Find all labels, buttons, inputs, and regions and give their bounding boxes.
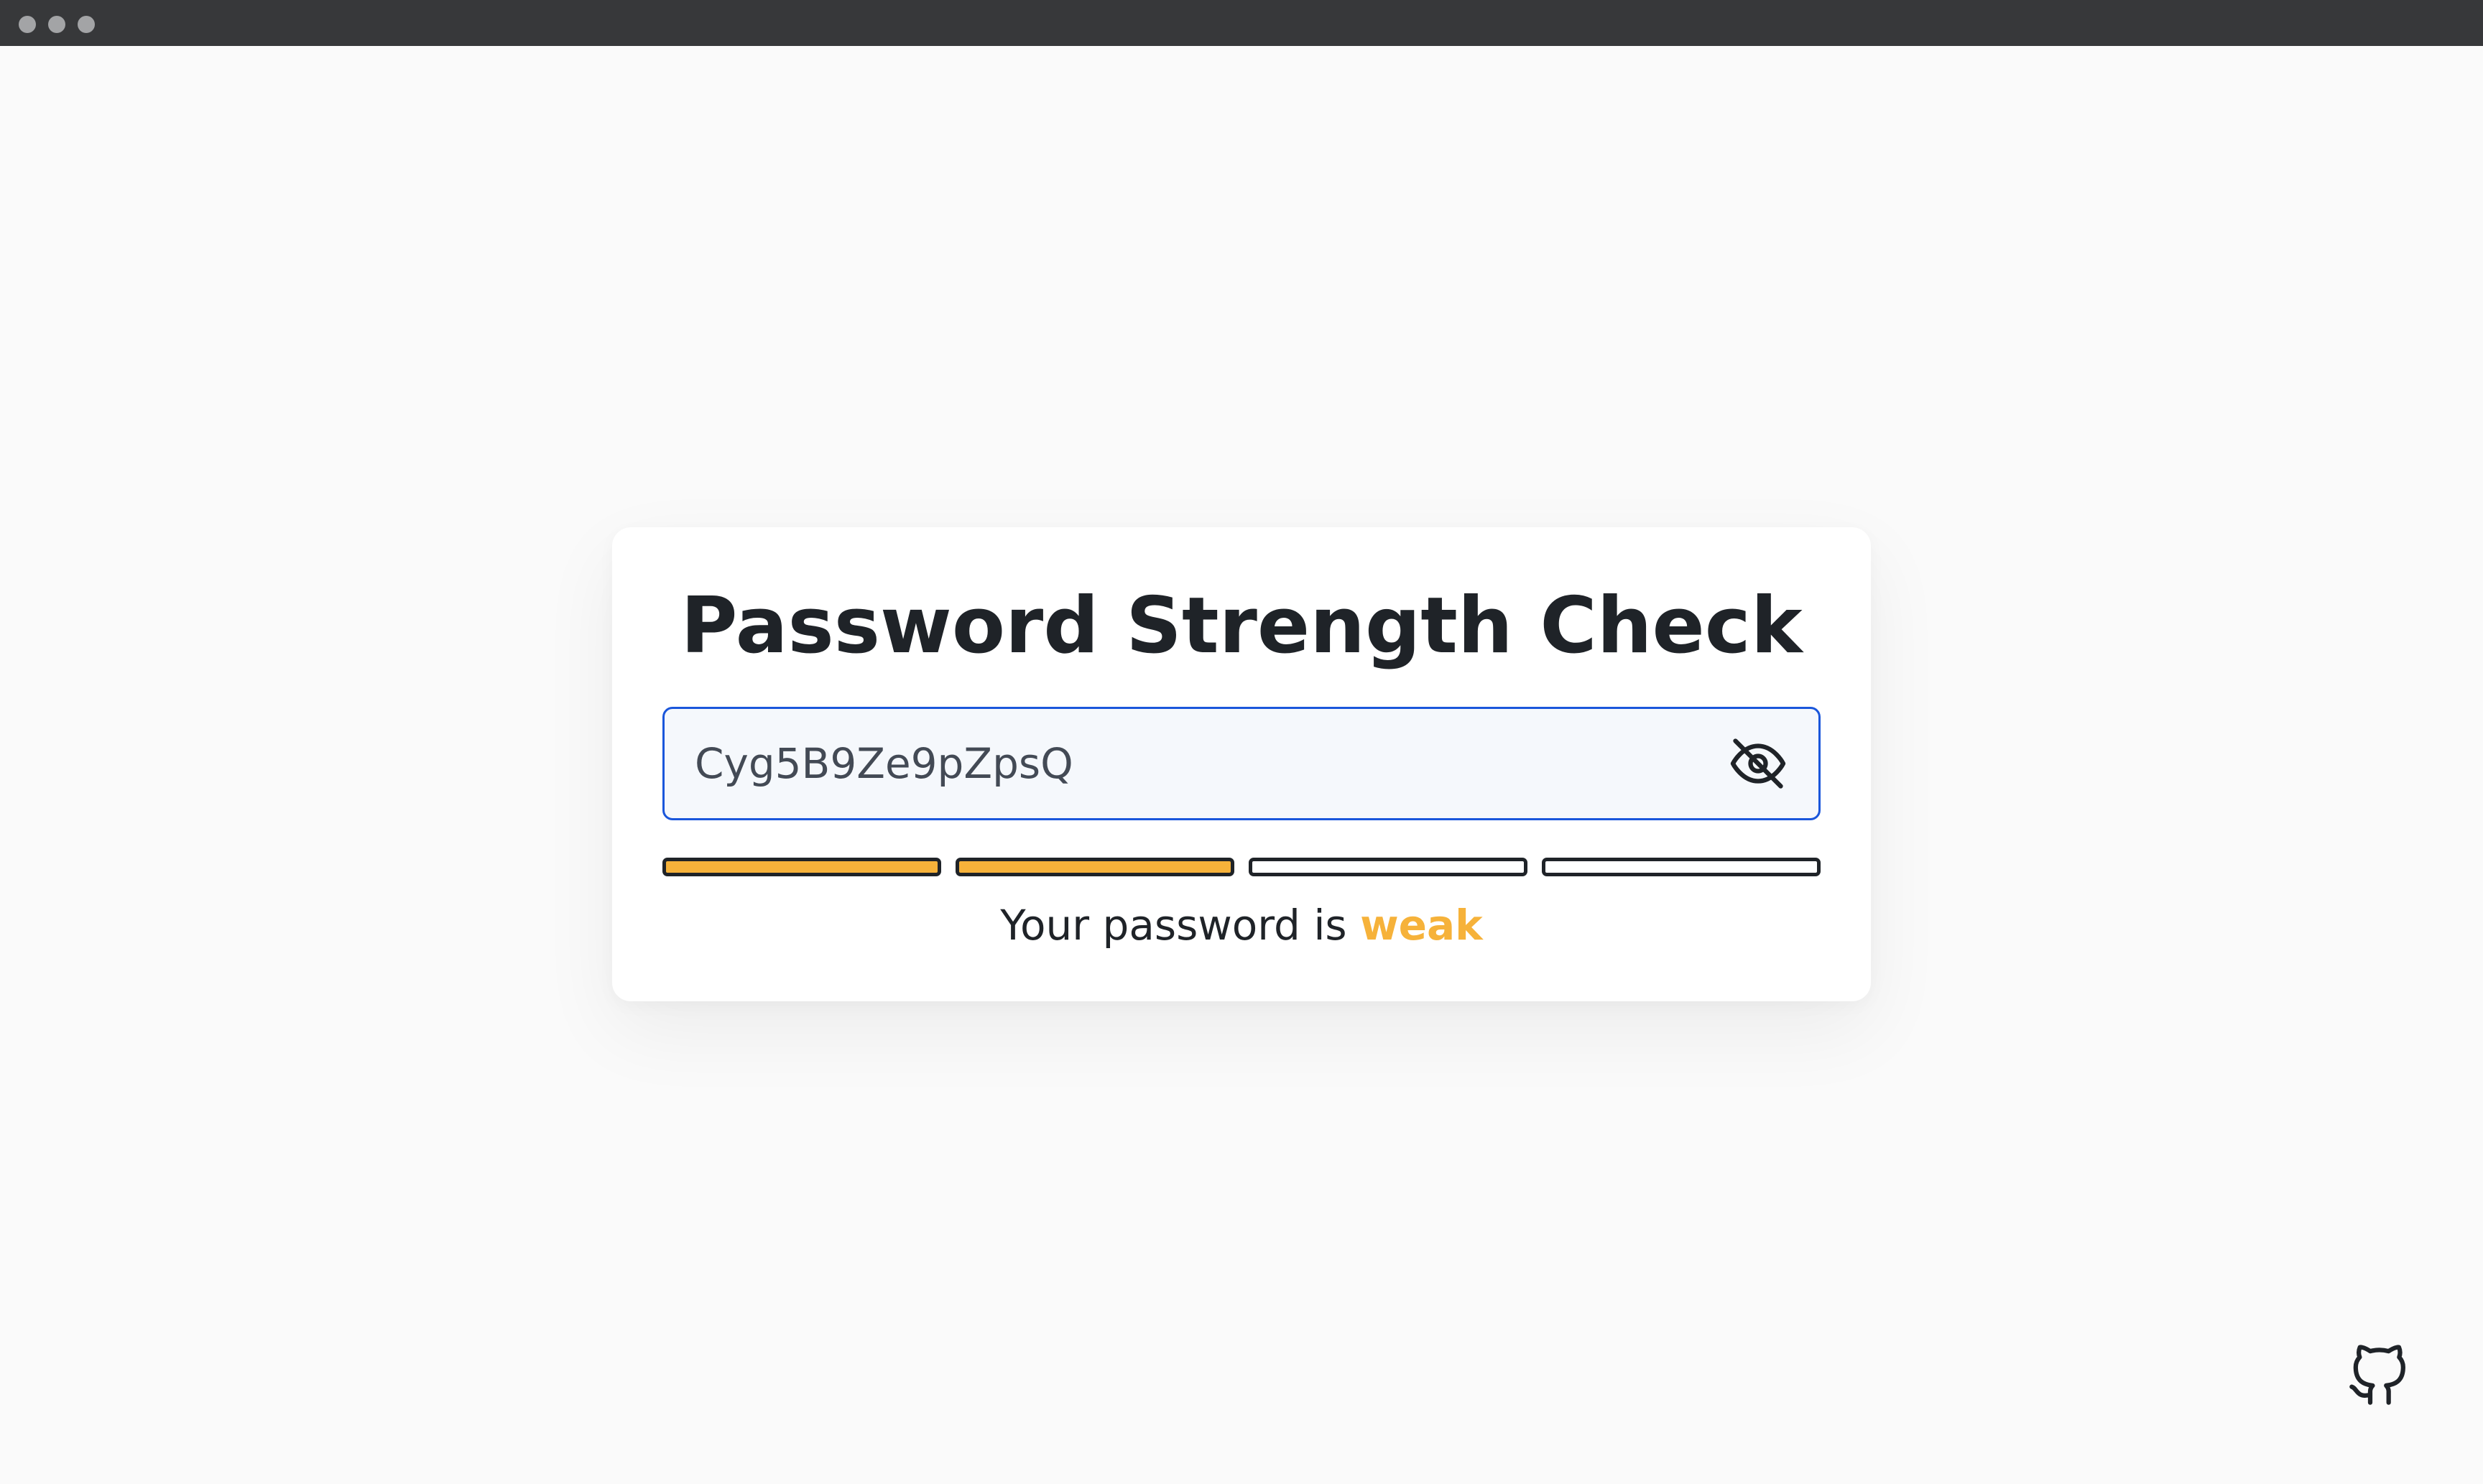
page-title: Password Strength Check xyxy=(680,581,1803,671)
strength-bar-4 xyxy=(1542,858,1821,876)
window-dot-maximize[interactable] xyxy=(78,16,95,33)
window-dot-minimize[interactable] xyxy=(48,16,65,33)
github-icon[interactable] xyxy=(2346,1345,2410,1408)
window-dot-close[interactable] xyxy=(19,16,36,33)
strength-bar-1 xyxy=(662,858,941,876)
strength-word: weak xyxy=(1360,901,1483,950)
strength-message: Your password is weak xyxy=(612,899,1871,951)
strength-bar-2 xyxy=(956,858,1234,876)
strength-prefix: Your password is xyxy=(1000,901,1361,950)
password-input[interactable]: Cyg5B9Ze9pZpsQ xyxy=(662,707,1821,820)
eye-off-icon[interactable] xyxy=(1728,733,1788,794)
password-card: Password Strength Check Cyg5B9Ze9pZpsQ Y… xyxy=(612,527,1871,1001)
strength-bar-3 xyxy=(1249,858,1527,876)
strength-meter xyxy=(662,858,1821,876)
window-titlebar xyxy=(0,0,2483,46)
password-value[interactable]: Cyg5B9Ze9pZpsQ xyxy=(695,709,1073,818)
